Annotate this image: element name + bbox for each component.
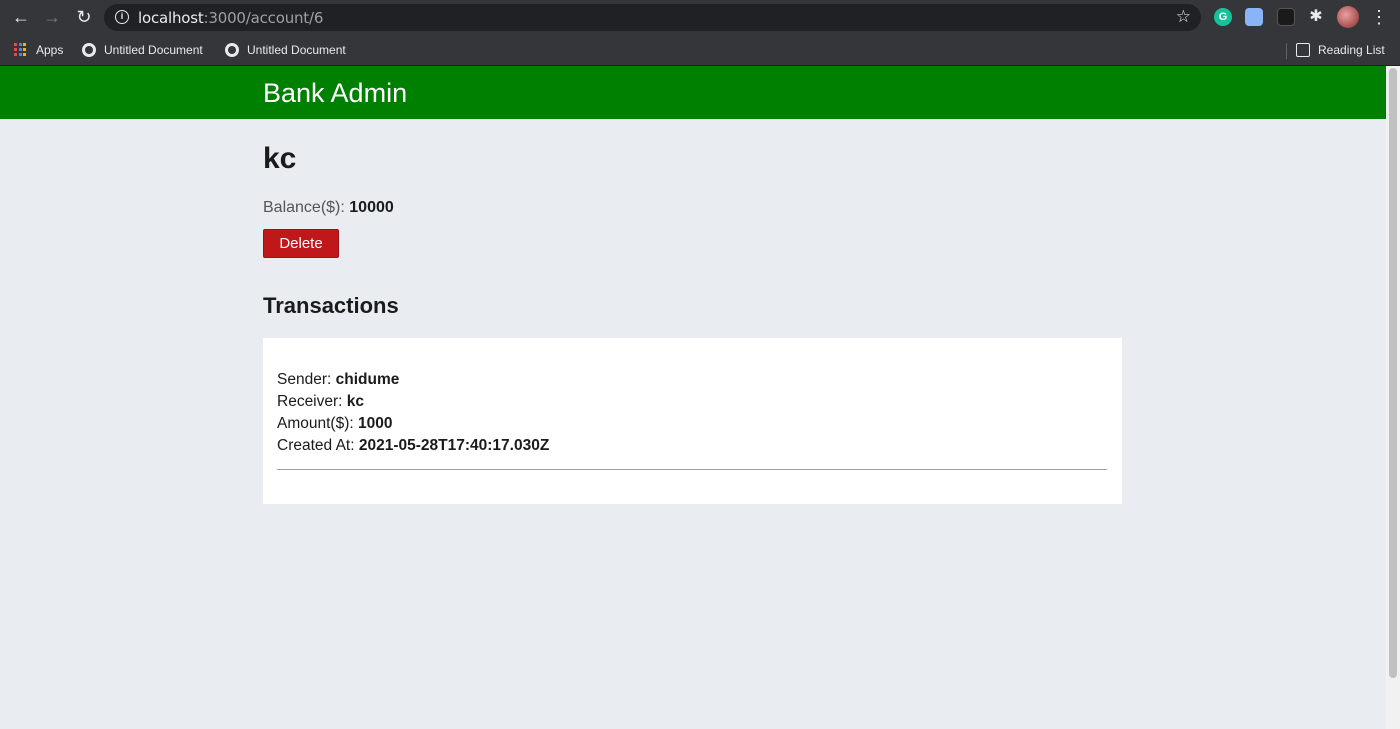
account-name: kc [263, 142, 297, 175]
balance-value: 10000 [349, 199, 394, 216]
profile-avatar[interactable] [1337, 6, 1359, 28]
url-text[interactable]: localhost:3000/account/6 [138, 9, 323, 27]
transaction-card: Sender: chidume Receiver: kc Amount($): … [263, 338, 1122, 504]
grammarly-extension-icon[interactable]: G [1214, 8, 1232, 26]
app-navbar: Bank Admin [0, 66, 1386, 119]
created-value: 2021-05-28T17:40:17.030Z [358, 437, 550, 454]
page-content: Bank Admin kc Balance($): 10000 Delete T… [0, 66, 1386, 729]
transaction-divider [277, 469, 1107, 470]
forward-arrow-icon[interactable]: → [41, 6, 63, 28]
browser-menu-icon[interactable]: ⋮ [1370, 6, 1388, 28]
dark-reader-extension-icon[interactable] [1277, 8, 1295, 26]
address-bar[interactable]: i localhost:3000/account/6 ☆ [104, 4, 1201, 31]
bookmark-label: Apps [36, 43, 64, 57]
sender-label: Sender: [277, 371, 332, 388]
back-arrow-icon[interactable]: ← [10, 6, 32, 28]
delete-button[interactable]: Delete [263, 229, 339, 258]
amount-row: Amount($): 1000 [277, 413, 392, 435]
reading-list-icon [1296, 43, 1310, 57]
created-label: Created At: [277, 437, 355, 454]
bookmarks-bar: Apps Untitled Document Untitled Document… [0, 35, 1400, 66]
amount-value: 1000 [357, 415, 393, 432]
translate-extension-icon[interactable] [1245, 8, 1263, 26]
bookmark-apps[interactable]: Apps [14, 41, 63, 59]
amount-label: Amount($): [277, 415, 354, 432]
sender-value: chidume [335, 371, 400, 388]
receiver-row: Receiver: kc [277, 391, 364, 413]
extensions-puzzle-icon[interactable]: ✱ [1307, 8, 1325, 26]
reload-icon[interactable]: ↻ [73, 6, 95, 28]
bookmarks-separator [1286, 43, 1287, 59]
sender-row: Sender: chidume [277, 369, 399, 391]
bookmark-untitled-2[interactable]: Untitled Document [225, 41, 346, 59]
globe-icon [82, 43, 96, 57]
transactions-heading: Transactions [263, 293, 399, 318]
bookmark-label: Untitled Document [104, 43, 203, 57]
reading-list-label: Reading List [1318, 43, 1385, 57]
bookmark-untitled-1[interactable]: Untitled Document [82, 41, 203, 59]
browser-toolbar: ← → ↻ i localhost:3000/account/6 ☆ G ✱ ⋮ [0, 0, 1400, 35]
info-icon[interactable]: i [115, 10, 129, 24]
globe-icon [225, 43, 239, 57]
balance-label: Balance($): [263, 199, 345, 216]
bookmark-star-icon[interactable]: ☆ [1176, 7, 1191, 27]
page-scrollbar[interactable] [1386, 66, 1400, 729]
receiver-value: kc [346, 393, 365, 410]
balance-line: Balance($): 10000 [263, 199, 394, 217]
url-path: :3000/account/6 [203, 9, 324, 27]
apps-grid-icon [14, 43, 28, 57]
brand-title[interactable]: Bank Admin [263, 78, 407, 109]
url-host: localhost [138, 9, 204, 27]
reading-list-button[interactable]: Reading List [1296, 41, 1385, 59]
scrollbar-thumb[interactable] [1389, 68, 1397, 678]
bookmark-label: Untitled Document [247, 43, 346, 57]
receiver-label: Receiver: [277, 393, 343, 410]
created-row: Created At: 2021-05-28T17:40:17.030Z [277, 435, 549, 457]
